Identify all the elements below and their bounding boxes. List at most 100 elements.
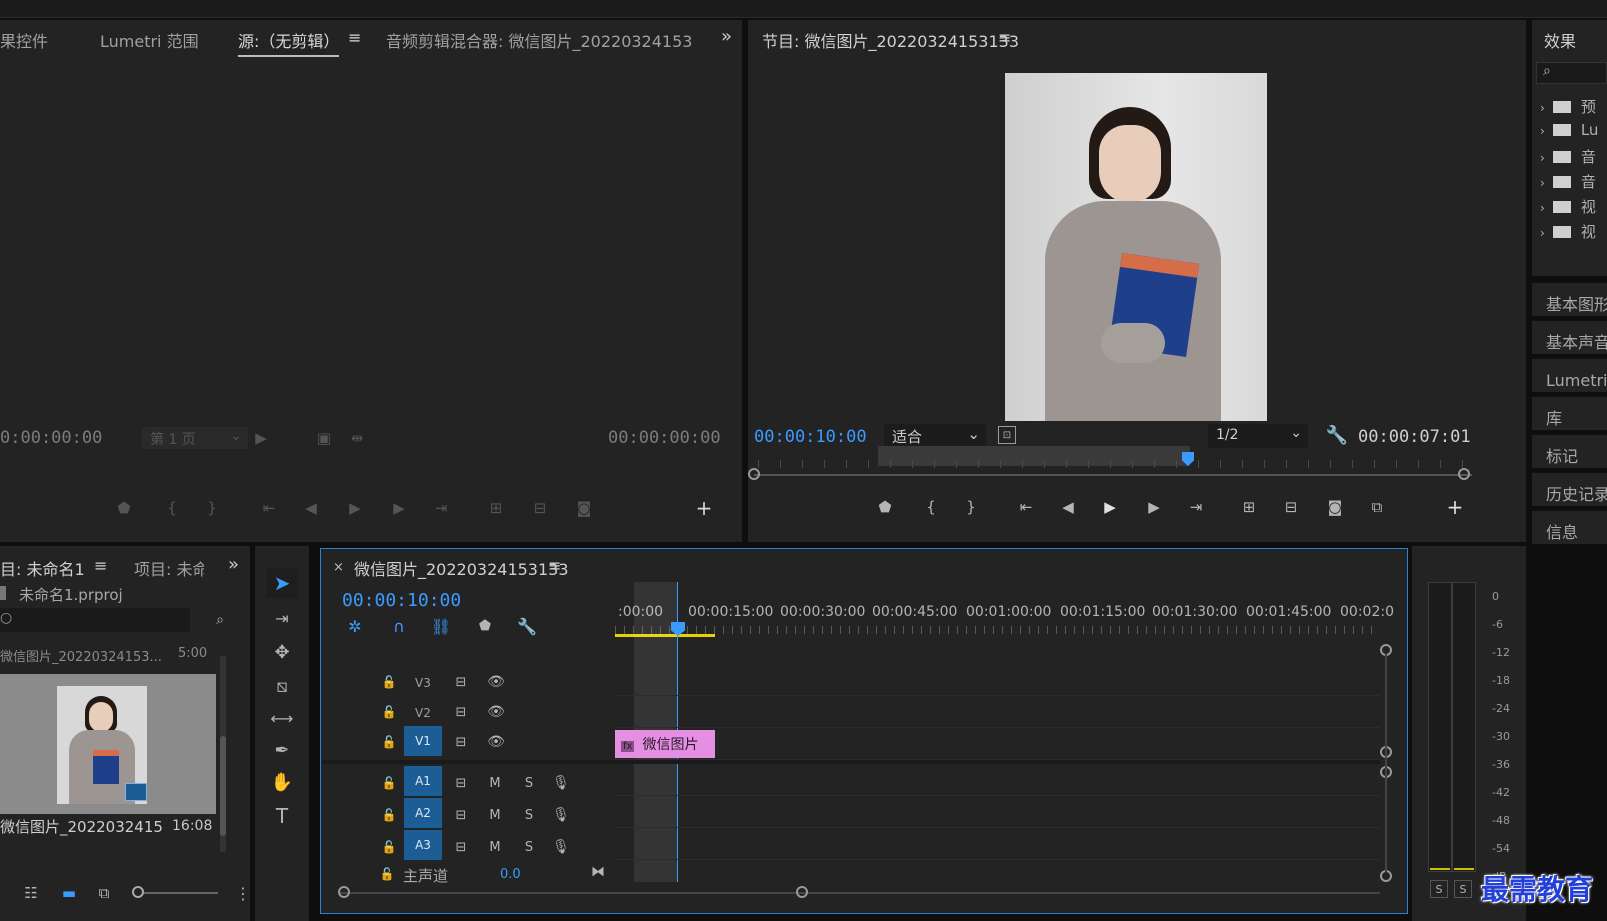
go-to-end-icon[interactable]: ⧓ (588, 862, 608, 882)
go-to-out-icon[interactable]: ⇥ (430, 498, 452, 518)
project-item-name[interactable]: 微信图片_2022032415... (0, 816, 162, 837)
right-panel-tab[interactable]: 基本图形 (1532, 282, 1607, 316)
effects-tree-item[interactable]: › 音 (1540, 146, 1607, 168)
panel-overflow-icon[interactable]: » (721, 26, 732, 47)
tab-project-menu-icon[interactable]: ≡ (94, 556, 107, 575)
eye-icon[interactable]: 👁 (486, 673, 506, 691)
track-lane-v2[interactable] (615, 696, 1380, 728)
effects-tree-item[interactable]: › 视 (1540, 221, 1607, 243)
track-select-icon[interactable]: ⇥ (267, 604, 297, 632)
tab-source-menu-icon[interactable]: ≡ (348, 28, 361, 47)
play-icon[interactable]: ▶ (344, 498, 366, 518)
fit-select[interactable]: 适合 ⌄ (884, 424, 986, 448)
effects-tree-item[interactable]: › Lu (1540, 121, 1607, 143)
project-scrollbar[interactable] (220, 656, 226, 852)
program-scrub-track[interactable] (754, 474, 1472, 476)
solo-button[interactable]: S (520, 838, 538, 856)
wrench-icon[interactable]: 🔧 (516, 616, 538, 636)
horizontal-scroll-right-handle[interactable] (796, 886, 808, 898)
source-tc-left[interactable]: 0:00:00:00 (0, 428, 102, 448)
slip-icon[interactable]: ⟷ (267, 704, 297, 732)
sync-lock-icon[interactable]: ⊟ (452, 774, 470, 792)
go-to-out-icon[interactable]: ⇥ (1184, 496, 1208, 518)
tab-effects[interactable]: 效果 (1544, 28, 1576, 52)
sync-lock-icon[interactable]: ⊟ (452, 733, 470, 751)
square-icon[interactable]: ▣ (316, 429, 332, 447)
video-clip[interactable]: fx 微信图片 (615, 730, 715, 758)
right-panel-tab[interactable]: 基本声音 (1532, 320, 1607, 354)
mute-button[interactable]: M (486, 774, 504, 792)
compare-icon[interactable]: ⧉ (1364, 496, 1390, 518)
close-icon[interactable]: × (333, 560, 344, 575)
track-lane-a2[interactable] (615, 796, 1380, 828)
effects-tree-item[interactable]: › 预 (1540, 96, 1607, 118)
solo-button[interactable]: S (520, 806, 538, 824)
marker-icon[interactable]: ⬟ (874, 496, 896, 518)
horizontal-scroll-left-handle[interactable] (338, 886, 350, 898)
add-button-icon[interactable]: + (1444, 495, 1466, 519)
effects-tree-item[interactable]: › 视 (1540, 196, 1607, 218)
track-lane-v3[interactable] (615, 664, 1380, 696)
panel-overflow-icon[interactable]: » (228, 554, 239, 575)
selection-tool-icon[interactable]: ➤ (267, 568, 297, 598)
lift-icon[interactable]: ⊞ (1236, 496, 1262, 518)
tab-effect-controls[interactable]: 果控件 (0, 28, 48, 52)
sync-lock-icon[interactable]: ⊟ (452, 806, 470, 824)
mark-in-icon[interactable]: { (920, 496, 942, 518)
lock-icon[interactable]: 🔓 (380, 866, 395, 882)
find-icon[interactable]: ⌕ (208, 610, 232, 630)
camera-icon[interactable]: ◙ (1322, 496, 1348, 518)
tab-project-active[interactable]: 目: 未命名1 (0, 556, 85, 580)
step-back-icon[interactable]: ◀ (300, 498, 322, 518)
list-view-icon[interactable]: ☷ (20, 884, 42, 902)
add-marker-icon[interactable]: ⬟ (474, 616, 496, 636)
effects-tree-item[interactable]: › 音 (1540, 171, 1607, 193)
type-tool-icon[interactable]: T (267, 802, 297, 830)
track-lane-v1[interactable] (615, 728, 1380, 760)
lock-icon[interactable]: 🔓 (382, 838, 397, 856)
track-lane-a3[interactable] (615, 828, 1380, 860)
tab-program-menu-icon[interactable]: ≡ (998, 28, 1011, 47)
lock-icon[interactable]: 🔓 (382, 733, 397, 751)
project-search-input[interactable]: ○ (0, 608, 190, 632)
sync-lock-icon[interactable]: ⊟ (452, 703, 470, 721)
snap-magnet-icon[interactable]: ∩ (388, 616, 410, 636)
track-target-a1[interactable]: A1 (404, 766, 442, 796)
timeline-timecode[interactable]: 00:00:10:00 (342, 590, 461, 611)
right-panel-tab[interactable]: Lumetri 颜色 (1532, 358, 1607, 392)
solo-left-button[interactable]: S (1430, 880, 1448, 898)
lock-icon[interactable]: 🔓 (382, 703, 397, 721)
solo-right-button[interactable]: S (1454, 880, 1472, 898)
track-target-a3[interactable]: A3 (404, 830, 442, 860)
effects-search-input[interactable]: ⌕ (1536, 62, 1607, 84)
right-panel-tab[interactable]: 库 (1532, 396, 1607, 430)
microphone-icon[interactable]: 🎙 (552, 806, 570, 824)
timeline-horizontal-scroll[interactable] (340, 892, 1380, 894)
eye-icon[interactable]: 👁 (486, 703, 506, 721)
go-to-in-icon[interactable]: ⇤ (1014, 496, 1038, 518)
hand-icon[interactable]: ✋ (267, 768, 297, 796)
freeform-view-icon[interactable]: ⧉ (92, 884, 116, 902)
microphone-icon[interactable]: 🎙 (552, 838, 570, 856)
lock-icon[interactable]: 🔓 (382, 806, 397, 824)
mark-out-icon[interactable]: } (960, 496, 982, 518)
page-select[interactable]: 第 1 页 ⌄ (142, 427, 248, 449)
tab-audio-mixer[interactable]: 音频剪辑混合器: 微信图片_20220324153133 (386, 28, 694, 52)
microphone-icon[interactable]: 🎙 (552, 774, 570, 792)
right-panel-tab[interactable]: 历史记录 (1532, 472, 1607, 506)
program-video-frame[interactable] (1005, 73, 1267, 421)
lock-icon[interactable]: 🔓 (382, 673, 397, 691)
add-button-icon[interactable]: + (694, 496, 714, 520)
razor-icon[interactable]: ⧅ (267, 672, 297, 700)
overwrite-icon[interactable]: ⊟ (528, 498, 552, 518)
mute-button[interactable]: M (486, 838, 504, 856)
mute-button[interactable]: M (486, 806, 504, 824)
step-back-icon[interactable]: ◀ (1056, 496, 1080, 518)
step-forward-icon[interactable]: ▶ (1142, 496, 1166, 518)
master-volume-value[interactable]: 0.0 (500, 867, 521, 882)
tab-source[interactable]: 源:（无剪辑） (238, 28, 340, 57)
tab-project-2[interactable]: 项目: 未命 (134, 556, 204, 580)
timeline-menu-icon[interactable]: ≡ (548, 556, 561, 575)
sync-lock-icon[interactable]: ⊟ (452, 673, 470, 691)
source-tc-right[interactable]: 00:00:00:00 (608, 428, 721, 448)
